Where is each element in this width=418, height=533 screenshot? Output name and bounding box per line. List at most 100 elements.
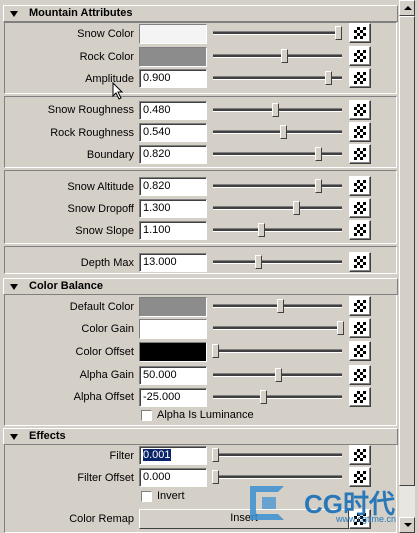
watermark-url: www.cgtime.cn: [336, 514, 397, 524]
invert-label: Invert: [157, 490, 185, 502]
section-title: Effects: [29, 430, 66, 442]
color-offset-slider[interactable]: [211, 344, 342, 358]
checker-map-icon: [354, 50, 366, 62]
filter-offset-field[interactable]: 0.000: [139, 468, 207, 487]
amplitude-field[interactable]: 0.900: [139, 69, 207, 88]
vertical-scrollbar[interactable]: [399, 0, 415, 533]
snow-slope-slider[interactable]: [211, 223, 342, 237]
checker-map-icon: [354, 256, 366, 268]
depth-max-map-button[interactable]: [349, 252, 371, 272]
mountain-attributes-header[interactable]: Mountain Attributes: [3, 5, 398, 22]
depth-max-field[interactable]: 13.000: [139, 253, 207, 272]
rock-color-map-button[interactable]: [349, 46, 371, 66]
checker-map-icon: [354, 180, 366, 192]
checker-map-icon: [354, 391, 366, 403]
amplitude-slider[interactable]: [211, 71, 342, 85]
alpha-is-luminance-checkbox[interactable]: [141, 410, 152, 421]
collapse-triangle-icon[interactable]: [10, 284, 18, 290]
checker-map-icon: [354, 449, 366, 461]
watermark: CG时代 www.cgtime.cn: [238, 478, 403, 530]
boundary-slider[interactable]: [211, 147, 342, 161]
rock-roughness-field[interactable]: 0.540: [139, 123, 207, 142]
filter-offset-label: Filter Offset: [77, 472, 134, 484]
amplitude-map-button[interactable]: [349, 68, 371, 88]
alpha-offset-label: Alpha Offset: [73, 391, 134, 403]
rock-color-swatch[interactable]: [139, 47, 207, 67]
checker-map-icon: [354, 300, 366, 312]
snow-roughness-label: Snow Roughness: [47, 104, 134, 116]
default-color-swatch[interactable]: [139, 297, 207, 317]
alpha-offset-field[interactable]: -25.000: [139, 388, 207, 407]
rock-roughness-label: Rock Roughness: [50, 127, 134, 139]
snow-altitude-field[interactable]: 0.820: [139, 177, 207, 196]
alpha-is-luminance-label: Alpha Is Luminance: [157, 409, 254, 421]
snow-color-swatch[interactable]: [139, 24, 207, 44]
filter-field[interactable]: 0.001: [139, 446, 207, 465]
snow-slope-map-button[interactable]: [349, 220, 371, 240]
color-remap-label: Color Remap: [69, 513, 134, 525]
snow-altitude-map-button[interactable]: [349, 176, 371, 196]
snow-roughness-map-button[interactable]: [349, 100, 371, 120]
snow-dropoff-field[interactable]: 1.300: [139, 199, 207, 218]
alpha-gain-slider[interactable]: [211, 368, 342, 382]
effects-header[interactable]: Effects: [3, 428, 398, 445]
color-gain-label: Color Gain: [81, 323, 134, 335]
collapse-triangle-icon[interactable]: [10, 11, 18, 17]
color-gain-swatch[interactable]: [139, 319, 207, 339]
cg-logo-icon: [250, 486, 284, 520]
section-title: Mountain Attributes: [29, 7, 133, 19]
depth-max-label: Depth Max: [80, 257, 134, 269]
boundary-label: Boundary: [86, 149, 134, 161]
color-gain-map-button[interactable]: [349, 318, 371, 338]
alpha-gain-label: Alpha Gain: [79, 369, 134, 381]
snow-slope-field[interactable]: 1.100: [139, 221, 207, 240]
checker-map-icon: [354, 148, 366, 160]
checker-map-icon: [354, 322, 366, 334]
rock-roughness-slider[interactable]: [211, 125, 342, 139]
boundary-map-button[interactable]: [349, 144, 371, 164]
snow-roughness-field[interactable]: 0.480: [139, 101, 207, 120]
rock-color-label: Rock Color: [79, 51, 134, 63]
checker-map-icon: [354, 202, 366, 214]
snow-color-slider[interactable]: [211, 26, 342, 40]
snow-color-map-button[interactable]: [349, 23, 371, 43]
rock-roughness-map-button[interactable]: [349, 122, 371, 142]
arrow-down-icon: [404, 523, 412, 527]
checker-map-icon: [354, 27, 366, 39]
alpha-offset-map-button[interactable]: [349, 387, 371, 407]
snow-dropoff-label: Snow Dropoff: [67, 203, 134, 215]
snow-color-label: Snow Color: [77, 28, 134, 40]
snow-roughness-slider[interactable]: [211, 103, 342, 117]
default-color-slider[interactable]: [211, 299, 342, 313]
section-title: Color Balance: [29, 280, 103, 292]
attribute-editor-panel: Mountain Attributes Snow Color Rock Colo…: [0, 0, 418, 533]
invert-checkbox[interactable]: [141, 491, 152, 502]
snow-dropoff-map-button[interactable]: [349, 198, 371, 218]
rock-color-slider[interactable]: [211, 49, 342, 63]
color-offset-swatch[interactable]: [139, 342, 207, 362]
alpha-offset-slider[interactable]: [211, 390, 342, 404]
mouse-pointer-icon: [112, 82, 124, 100]
depth-max-slider[interactable]: [211, 255, 342, 269]
color-offset-map-button[interactable]: [349, 341, 371, 361]
arrow-up-icon: [404, 6, 412, 10]
color-gain-slider[interactable]: [211, 321, 344, 335]
checker-map-icon: [354, 369, 366, 381]
boundary-field[interactable]: 0.820: [139, 145, 207, 164]
alpha-gain-map-button[interactable]: [349, 365, 371, 385]
default-color-map-button[interactable]: [349, 296, 371, 316]
scroll-up-button[interactable]: [399, 0, 415, 16]
snow-altitude-slider[interactable]: [211, 179, 342, 193]
checker-map-icon: [354, 224, 366, 236]
snow-slope-label: Snow Slope: [75, 225, 134, 237]
checker-map-icon: [354, 345, 366, 357]
scroll-thumb[interactable]: [399, 16, 415, 486]
alpha-gain-field[interactable]: 50.000: [139, 366, 207, 385]
filter-map-button[interactable]: [349, 445, 371, 465]
filter-slider[interactable]: [211, 448, 342, 462]
collapse-triangle-icon[interactable]: [10, 434, 18, 440]
snow-altitude-label: Snow Altitude: [67, 181, 134, 193]
checker-map-icon: [354, 104, 366, 116]
color-balance-header[interactable]: Color Balance: [3, 278, 398, 295]
snow-dropoff-slider[interactable]: [211, 201, 342, 215]
